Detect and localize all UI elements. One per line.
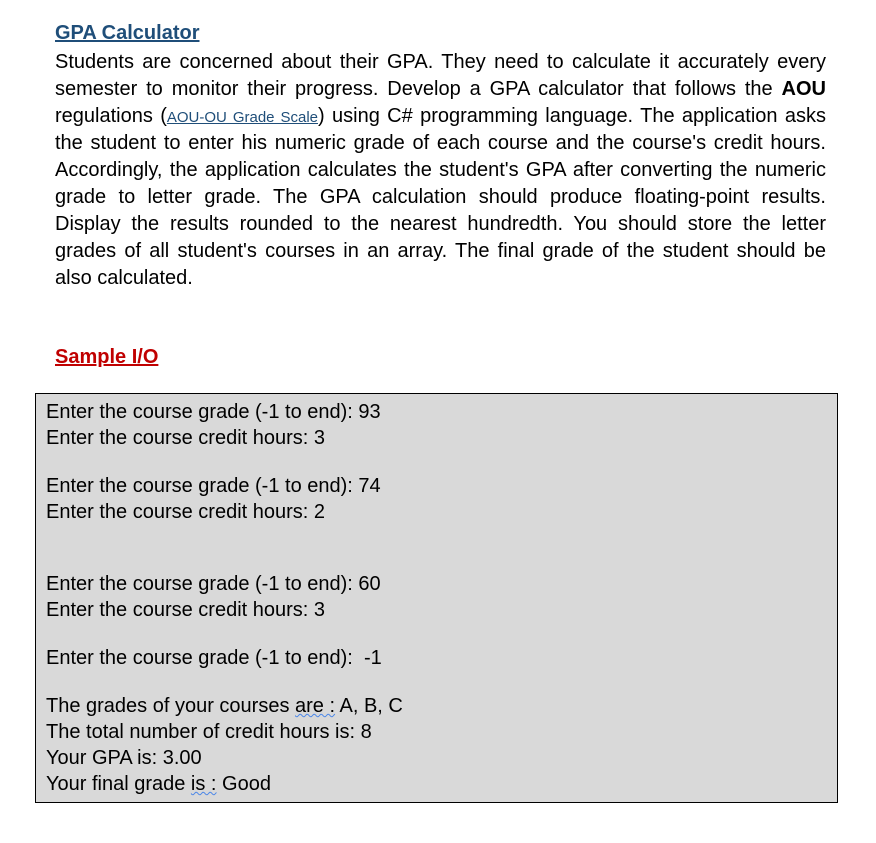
sample-io-heading: Sample I/O <box>55 344 826 371</box>
io-line: Your GPA is: 3.00 <box>46 745 827 771</box>
description-text: Students are concerned about their GPA. … <box>55 51 826 100</box>
bold-aou: AOU <box>782 78 826 100</box>
io-line: Enter the course credit hours: 2 <box>46 499 827 525</box>
io-line: The grades of your courses are : A, B, C <box>46 693 827 719</box>
io-line: Enter the course grade (-1 to end): 93 <box>46 399 827 425</box>
io-line: Enter the course grade (-1 to end): 74 <box>46 473 827 499</box>
io-line: Enter the course grade (-1 to end): -1 <box>46 645 827 671</box>
io-line: Enter the course credit hours: 3 <box>46 425 827 451</box>
description-text: regulations ( <box>55 105 167 127</box>
description-text: ) using C# programming language. The app… <box>55 105 826 289</box>
io-line: Enter the course grade (-1 to end): 60 <box>46 571 827 597</box>
grade-scale-link[interactable]: AOU-OU Grade Scale <box>167 109 318 126</box>
document-title: GPA Calculator <box>55 20 826 47</box>
io-line: Your final grade is : Good <box>46 771 827 797</box>
sample-io-box: Enter the course grade (-1 to end): 93 E… <box>35 393 838 803</box>
io-line: Enter the course credit hours: 3 <box>46 597 827 623</box>
grammar-squiggle: is : <box>191 773 217 795</box>
grammar-squiggle: are : <box>295 695 335 717</box>
io-line: The total number of credit hours is: 8 <box>46 719 827 745</box>
description-paragraph: Students are concerned about their GPA. … <box>55 49 826 292</box>
